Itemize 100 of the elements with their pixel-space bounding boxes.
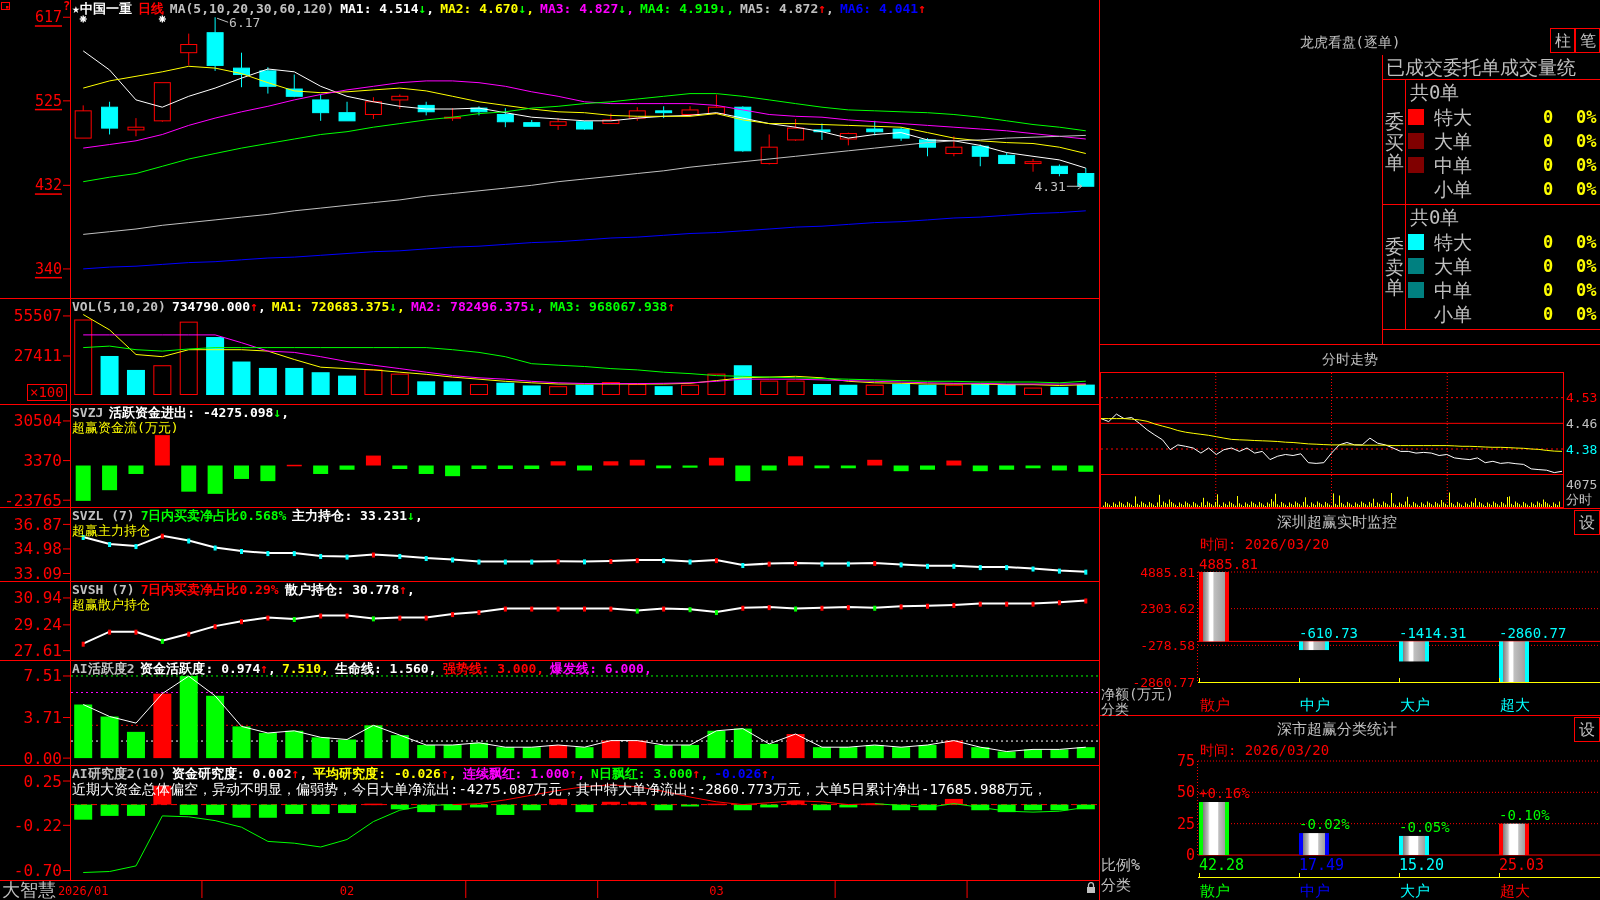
panel-title: 龙虎看盘(逐单) [1299, 33, 1401, 52]
y-tick-label: 0.00 [23, 748, 62, 768]
category-label: 散户 [1200, 882, 1230, 900]
axis-title: 分类 [1101, 701, 1129, 717]
price-callout: 6.17 [216, 14, 261, 30]
asterisk-icon [79, 14, 88, 24]
legend-item: MA6: 4.041↑ [839, 1, 926, 16]
change-label: -0.02% [1299, 816, 1350, 833]
legend-item: -0.026↑, [714, 766, 777, 781]
indicator-subtitle: 超赢资金流(万元) [72, 420, 179, 435]
order-count: 0 [1542, 107, 1554, 127]
category-label: 大户 [1400, 882, 1430, 900]
legend-item: 散户持仓: 30.778↑, [284, 582, 415, 597]
order-total: 共0单 [1410, 205, 1460, 230]
value-label: 42.28 [1199, 856, 1245, 874]
legend-item: SVSH (7) [72, 582, 135, 597]
settings-button[interactable]: 设 [1574, 717, 1600, 742]
table-title: 已成交委托单成交量统 [1383, 55, 1600, 80]
legend-item: AI研究度2(10) [72, 766, 166, 781]
legend-item: AI活跃度2 [72, 661, 135, 676]
category-label: 超大 [1500, 696, 1530, 714]
side-label: 委买单 [1384, 110, 1404, 174]
y-tick-label: -278.58 [1140, 637, 1195, 653]
legend-item: MA2: 782496.375↓, [410, 299, 544, 314]
y-tick-label: 4.38 [1566, 441, 1598, 457]
view-mode-button[interactable]: 笔 [1575, 28, 1600, 53]
category-label: 中户 [1300, 882, 1330, 900]
order-percent: 0% [1575, 131, 1597, 151]
y-tick-label: 0 [1185, 846, 1195, 864]
order-count: 0 [1542, 304, 1554, 324]
order-size-label: 小单 [1434, 303, 1472, 325]
indicator-subtitle: 超赢散户持仓 [72, 597, 150, 612]
lock-icon[interactable] [1086, 882, 1096, 893]
order-total: 共0单 [1410, 80, 1460, 105]
y-tick-label: 34.98 [13, 539, 62, 559]
y-tick-label: -0.70 [13, 861, 62, 881]
price-callout: 4.31 [1034, 178, 1083, 194]
y-tick-label: 340 [34, 259, 62, 278]
axis-title: 净额(万元) [1101, 686, 1174, 702]
legend-item: SVZJ [72, 405, 104, 420]
order-size-label: 大单 [1434, 130, 1472, 152]
y-tick-label: 25 [1176, 814, 1195, 833]
order-percent: 0% [1575, 179, 1597, 199]
help-mark[interactable]: ? [63, 0, 71, 12]
brand-label: 大智慧 [2, 880, 56, 900]
order-count: 0 [1542, 179, 1554, 199]
y-tick-label: 3370 [23, 451, 62, 471]
category-label: 中户 [1300, 696, 1330, 714]
order-size-label: 特大 [1434, 106, 1472, 128]
view-mode-button[interactable]: 柱 [1550, 28, 1575, 53]
change-label: +0.16% [1199, 785, 1250, 801]
timestamp-label: 时间: 2026/03/20 [1200, 742, 1330, 758]
order-count: 0 [1542, 232, 1554, 252]
legend-item: 平均研究度: -0.026↑, [313, 766, 457, 781]
legend-item: MA3: 4.827↓, [540, 1, 634, 16]
y-tick-label: 7.51 [23, 666, 62, 686]
y-tick-label: 27411 [13, 346, 62, 366]
legend-item: MA2: 4.670↓, [440, 1, 535, 16]
order-percent: 0% [1575, 232, 1597, 252]
order-count: 0 [1542, 155, 1554, 175]
unit-label: ×100 [27, 384, 67, 401]
date-label: 02 [339, 883, 355, 898]
order-size-label: 中单 [1434, 279, 1472, 301]
y-tick-label: 30.94 [13, 588, 62, 608]
y-tick-label: 75 [1176, 752, 1195, 770]
y-tick-label: -0.22 [13, 815, 62, 835]
y-tick-label: 4.46 [1566, 415, 1598, 431]
order-count: 0 [1542, 131, 1554, 151]
value-label: 15.20 [1399, 856, 1445, 874]
order-count: 0 [1542, 280, 1554, 300]
y-tick-label: 55507 [13, 306, 62, 326]
order-size-label: 大单 [1434, 255, 1472, 277]
legend-item: 资金活跃度: 0.974↑, [140, 661, 276, 676]
y-tick-label: 4885.81 [1140, 564, 1195, 580]
asterisk-icon [158, 14, 167, 24]
date-label: 2026/01 [57, 883, 109, 898]
axis-title: 比例% [1101, 856, 1141, 874]
legend-item: 生命线: 1.560, [334, 661, 437, 676]
square-icon[interactable] [1, 2, 10, 10]
order-count: 0 [1542, 256, 1554, 276]
annotation: 6.17 [229, 14, 261, 30]
category-label: 超大 [1500, 882, 1530, 900]
y-tick-label: 0.25 [23, 771, 62, 791]
change-label: -0.05% [1399, 818, 1450, 835]
legend-item: 资金研究度: 0.002↑, [171, 766, 308, 781]
order-size-label: 特大 [1434, 231, 1472, 253]
legend-item: 7日内买卖净占比0.568% [140, 508, 287, 523]
y-tick-label: 432 [34, 176, 62, 195]
value-label: -1414.31 [1399, 625, 1467, 642]
legend-item: MA1: 720683.375↓, [271, 299, 405, 314]
settings-button[interactable]: 设 [1574, 510, 1600, 535]
value-label: 17.49 [1299, 856, 1345, 874]
order-percent: 0% [1575, 280, 1597, 300]
order-percent: 0% [1575, 304, 1597, 324]
legend-item: 活跃资金进出: -4275.098↓, [109, 405, 290, 420]
panel-title: 深市超赢分类统计 [1277, 720, 1397, 738]
pane-label: 分时 [1566, 491, 1592, 507]
legend-item: 734790.000↑, [171, 299, 266, 314]
legend-item: 日线 [137, 1, 164, 16]
y-tick-label: -23765 [4, 490, 62, 510]
